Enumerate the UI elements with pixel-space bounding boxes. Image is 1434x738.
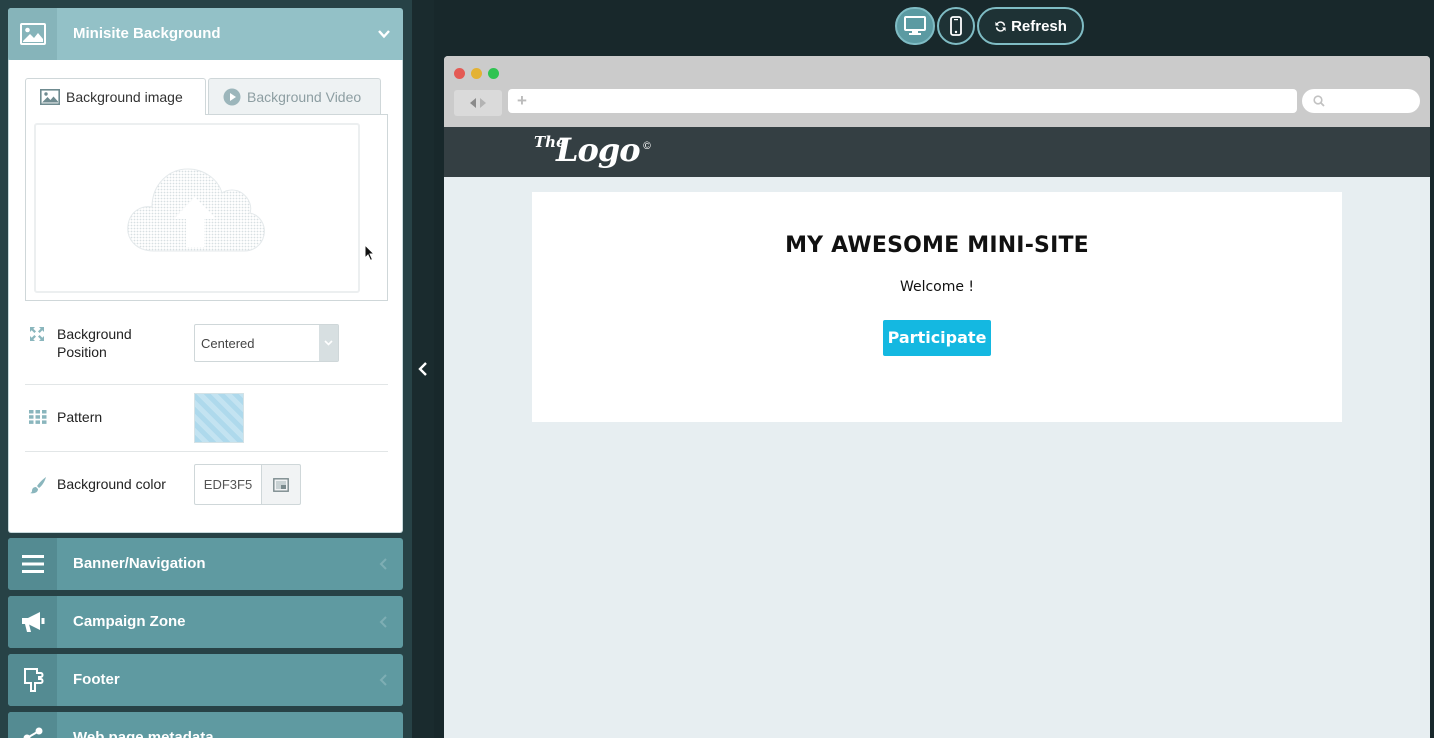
footer-icon [8,654,57,706]
background-position-select[interactable]: Centered [194,324,339,362]
tab-label: Background image [66,89,183,105]
browser-search-bar [1302,89,1420,113]
tab-label: Background Video [247,88,362,105]
section-minisite-background-header[interactable]: Minisite Background [8,8,403,60]
section-campaign-zone-header[interactable]: Campaign Zone [8,596,403,648]
minimize-dot-icon [471,68,482,79]
forward-arrow-icon [480,98,486,108]
expand-arrows-icon [30,327,44,341]
image-icon [8,8,57,60]
section-title: Web page metadata [73,729,214,738]
refresh-button[interactable]: Refresh [977,7,1084,45]
mobile-icon [950,16,962,36]
select-value: Centered [201,336,255,351]
mobile-view-button[interactable] [937,7,975,45]
chevron-left-icon [418,362,427,376]
close-dot-icon [454,68,465,79]
editor-panel: Minisite Background Background image Bac… [0,0,412,738]
section-minisite-background-body: Background image Background Video Backgr… [8,60,403,533]
paint-brush-icon [30,477,46,494]
background-position-label: Background Position [57,326,132,360]
section-footer-header[interactable]: Footer [8,654,403,706]
minisite-header: The Logo © [444,127,1430,177]
refresh-label: Refresh [1011,17,1067,35]
browser-nav-buttons [454,90,502,116]
chevron-left-icon [379,674,387,686]
minisite-title: MY AWESOME MINI-SITE [785,233,1089,258]
grid-icon [29,410,47,424]
menu-icon [8,538,57,590]
section-title: Campaign Zone [73,613,186,630]
color-picker-icon [273,477,289,492]
image-icon [40,89,60,105]
collapse-panel-handle[interactable] [412,0,434,738]
chevron-down-icon [319,325,338,361]
address-bar: + [508,89,1297,113]
color-picker-button[interactable] [261,464,301,505]
image-upload-dropzone[interactable] [34,123,360,293]
chevron-left-icon [379,558,387,570]
divider [25,451,388,452]
pattern-label: Pattern [57,409,103,425]
pattern-swatch[interactable] [194,393,244,443]
tab-background-image[interactable]: Background image [25,78,206,115]
section-title: Minisite Background [73,25,221,42]
refresh-icon [995,20,1006,32]
plus-icon: + [517,91,527,110]
chevron-left-icon [379,616,387,628]
minisite-content-card: MY AWESOME MINI-SITE Welcome ! Participa… [532,192,1342,422]
minisite-welcome-text: Welcome ! [899,279,975,295]
tab-panel-background-image [25,114,388,301]
browser-preview: + The Logo © MY AWESOME MINI-SITE Welcom… [444,56,1430,738]
share-icon [8,712,57,738]
section-title: Footer [73,671,120,688]
section-title: Banner/Navigation [73,555,206,572]
desktop-view-button[interactable] [895,7,935,45]
desktop-icon [904,16,926,35]
chevron-down-icon [378,30,390,39]
maximize-dot-icon [488,68,499,79]
logo-copyright: © [642,141,652,152]
play-icon [223,88,241,105]
divider [25,384,388,385]
mouse-cursor-icon [364,244,376,262]
cloud-upload-icon [127,168,265,252]
browser-chrome: + [444,56,1430,127]
logo-text: Logo [556,131,641,169]
tab-background-video[interactable]: Background Video [208,78,381,114]
background-color-input[interactable]: EDF3F5 [194,464,262,505]
section-web-page-metadata-header[interactable]: Web page metadata [8,712,403,738]
back-arrow-icon [470,98,476,108]
section-banner-navigation-header[interactable]: Banner/Navigation [8,538,403,590]
megaphone-icon [8,596,57,648]
participate-button[interactable]: Participate [883,320,991,356]
search-icon [1313,95,1325,107]
background-color-label: Background color [57,476,166,492]
